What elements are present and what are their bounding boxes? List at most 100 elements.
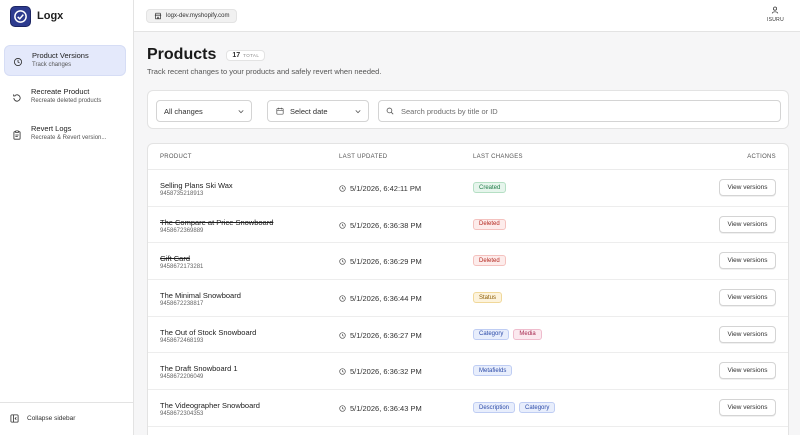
table-row: The Draft Snowboard 1 9458672206049 5/1/20…	[148, 353, 788, 391]
table-row: Gift Card 9458672173281 5/1/2026, 6:36:29 …	[148, 243, 788, 281]
restore-icon	[13, 94, 21, 102]
product-title: The Compare at Price Snowboard	[160, 217, 274, 227]
sidebar-item-label: Product Versions	[32, 51, 89, 60]
last-updated-value: 5/1/2026, 6:36:44 PM	[350, 294, 422, 304]
view-versions-button[interactable]: View versions	[719, 325, 776, 343]
table-row: The Compare at Price Snowboard 9458672369…	[148, 207, 788, 244]
user-name: ISURU	[766, 17, 784, 23]
last-updated-value: 5/1/2026, 6:42:11 PM	[350, 184, 422, 193]
view-versions-button[interactable]: View versions	[719, 289, 776, 307]
column-header-actions: ACTIONS	[747, 154, 776, 160]
view-versions-button[interactable]: View versions	[719, 399, 776, 417]
view-versions-button[interactable]: View versions	[719, 215, 776, 233]
clipboard-icon	[13, 130, 21, 140]
last-updated-cell: 5/1/2026, 6:36:32 PM	[339, 367, 422, 376]
view-versions-button[interactable]: View versions	[719, 179, 776, 196]
clock-icon	[339, 295, 346, 302]
chevron-down-icon	[238, 110, 244, 114]
table-row: The Minimal Snowboard 9458672238817 5/1/20…	[148, 280, 788, 317]
product-id: 9458735218913	[160, 191, 204, 197]
product-id: 9458672369889	[160, 227, 204, 234]
product-title: Selling Plans Ski Wax	[160, 181, 233, 190]
sidebar-item-product-versions[interactable]: Product Versions Track changes	[4, 45, 126, 76]
product-title: Gift Card	[160, 254, 191, 264]
logx-logo-icon	[10, 5, 31, 27]
product-id: 9458672468193	[160, 337, 204, 344]
product-title: The Draft Snowboard 1	[160, 364, 238, 374]
change-tags: Status	[473, 292, 503, 304]
last-updated-value: 5/1/2026, 6:36:38 PM	[350, 220, 422, 230]
column-header-last-changes: LAST CHANGES	[473, 154, 523, 160]
search-field[interactable]	[378, 100, 781, 122]
filter-bar: All changes Select date	[147, 90, 789, 129]
brand[interactable]: Logx	[10, 5, 63, 27]
sidebar-item-label: Revert Logs	[31, 124, 72, 133]
sidebar-item-recreate-product[interactable]: Recreate Product Recreate deleted produc…	[4, 82, 126, 113]
view-versions-button[interactable]: View versions	[719, 252, 776, 270]
change-badge-deleted: Deleted	[473, 218, 506, 230]
change-tags: Description Category	[473, 402, 556, 414]
user-menu[interactable]: ISURU	[767, 6, 784, 23]
change-badge-created: Created	[473, 182, 507, 193]
clock-icon	[339, 405, 346, 412]
changes-filter-value: All changes	[164, 106, 203, 116]
change-badge-category: Category	[473, 328, 510, 340]
page-header: Products 17 TOTAL	[147, 46, 266, 64]
date-filter-value: Select date	[290, 106, 328, 116]
sidebar-nav: Product Versions Track changes Recreate …	[4, 45, 126, 156]
table-body: Selling Plans Ski Wax 9458735218913 5/1/20…	[148, 170, 788, 427]
table-header: PRODUCT LAST UPDATED LAST CHANGES ACTION…	[148, 144, 788, 170]
last-updated-value: 5/1/2026, 6:36:43 PM	[350, 404, 422, 414]
change-tags: Created	[473, 182, 507, 193]
calendar-icon	[276, 107, 284, 115]
clock-icon	[339, 332, 346, 339]
store-icon	[154, 12, 162, 20]
date-filter-select[interactable]: Select date	[267, 100, 369, 122]
view-versions-button[interactable]: View versions	[719, 362, 776, 380]
change-tags: Metafields	[473, 365, 513, 377]
product-title: The Out of Stock Snowboard	[160, 327, 257, 337]
collapse-sidebar-label: Collapse sidebar	[27, 415, 76, 422]
change-tags: Deleted	[473, 255, 506, 267]
product-id: 9458672206049	[160, 374, 204, 381]
change-tags: Deleted	[473, 218, 506, 230]
product-id: 9458672304353	[160, 411, 204, 418]
table-row: The Out of Stock Snowboard 9458672468193 5…	[148, 317, 788, 354]
last-updated-cell: 5/1/2026, 6:36:29 PM	[339, 257, 422, 266]
product-id: 9458672238817	[160, 301, 204, 308]
page-title: Products	[147, 46, 217, 63]
products-table: PRODUCT LAST UPDATED LAST CHANGES ACTION…	[147, 143, 789, 435]
product-id: 9458672173281	[160, 264, 204, 271]
sidebar: Logx Product Versions Track changes Recr…	[0, 0, 134, 435]
topbar: logx-dev.myshopify.com ISURU	[134, 0, 800, 32]
sidebar-item-sublabel: Recreate & Revert version...	[31, 135, 107, 141]
total-count: 17	[232, 51, 241, 59]
table-row: Selling Plans Ski Wax 9458735218913 5/1/20…	[148, 170, 788, 207]
change-badge-category: Category	[519, 402, 556, 414]
change-tags: Category Media	[473, 328, 542, 340]
change-badge-metafields: Metafields	[473, 365, 513, 377]
product-title: The Videographer Snowboard	[160, 401, 260, 411]
sidebar-divider	[0, 402, 133, 403]
changes-filter-select[interactable]: All changes	[156, 100, 252, 122]
last-updated-value: 5/1/2026, 6:36:29 PM	[350, 257, 422, 267]
app-name: Logx	[37, 10, 64, 22]
search-icon	[386, 107, 394, 115]
search-input[interactable]	[401, 106, 771, 116]
table-row: The Videographer Snowboard 9458672304353 5…	[148, 390, 788, 427]
user-icon	[772, 6, 779, 14]
store-pill[interactable]: logx-dev.myshopify.com	[146, 9, 238, 23]
change-badge-media: Media	[513, 328, 542, 340]
collapse-sidebar-button[interactable]: Collapse sidebar	[10, 414, 75, 423]
clock-icon	[339, 185, 346, 192]
last-updated-cell: 5/1/2026, 6:36:38 PM	[339, 221, 422, 230]
last-updated-value: 5/1/2026, 6:36:27 PM	[350, 330, 422, 340]
last-updated-cell: 5/1/2026, 6:42:11 PM	[339, 184, 421, 193]
chevron-down-icon	[355, 110, 361, 114]
total-label: TOTAL	[243, 52, 260, 58]
sidebar-item-sublabel: Recreate deleted products	[31, 98, 102, 104]
sidebar-item-label: Recreate Product	[31, 87, 90, 96]
sidebar-item-revert-logs[interactable]: Revert Logs Recreate & Revert version...	[4, 119, 126, 150]
change-badge-status: Status	[473, 292, 503, 304]
column-header-product: PRODUCT	[160, 154, 192, 160]
